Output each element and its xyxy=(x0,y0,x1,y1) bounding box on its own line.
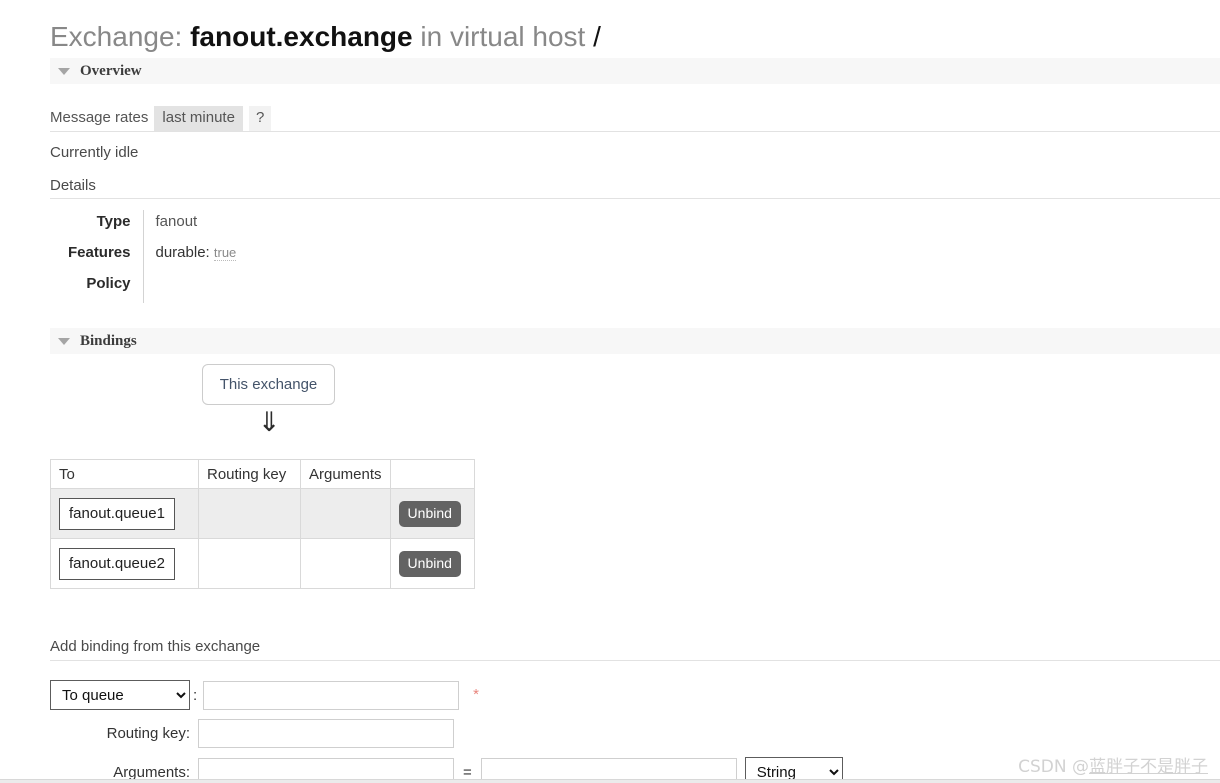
binding-action-cell: Unbind xyxy=(389,538,475,589)
bindings-header-row: To Routing key Arguments xyxy=(50,459,475,489)
table-row: fanout.queue1 Unbind xyxy=(50,488,475,539)
details-value-policy xyxy=(142,272,343,303)
binding-action-cell: Unbind xyxy=(389,488,475,539)
table-row: fanout.queue2 Unbind xyxy=(50,538,475,589)
window-bottom-edge xyxy=(0,779,1220,783)
unbind-button[interactable]: Unbind xyxy=(398,550,461,577)
destination-type-select[interactable]: To queue To exchange xyxy=(50,680,190,710)
exchange-detail-page: Exchange: fanout.exchange in virtual hos… xyxy=(0,0,1220,783)
source-exchange-label: This exchange xyxy=(219,376,318,393)
arguments-label: Arguments: xyxy=(113,763,190,781)
details-table: Type fanout Features durable: true Polic… xyxy=(50,210,343,303)
down-arrow-icon: ⇓ xyxy=(257,407,281,438)
rate-tab-last-minute[interactable]: last minute xyxy=(154,106,243,131)
bindings-section-label: Bindings xyxy=(80,332,137,349)
binding-routing-key-cell xyxy=(198,538,301,589)
overview-section-header[interactable]: Overview xyxy=(50,58,1220,84)
bindings-table-head: To Routing key Arguments xyxy=(50,459,475,489)
details-key-type: Type xyxy=(96,213,131,230)
bindings-table-body: fanout.queue1 Unbind fanout.queue2 Unbin… xyxy=(50,488,475,589)
column-header-arguments: Arguments xyxy=(300,459,391,489)
collapse-triangle-icon[interactable] xyxy=(58,337,70,345)
queue-link[interactable]: fanout.queue1 xyxy=(59,497,175,530)
add-binding-heading: Add binding from this exchange xyxy=(50,638,1220,661)
currently-idle-text: Currently idle xyxy=(50,144,139,161)
details-value-features: durable: true xyxy=(142,241,343,272)
virtual-host-name: / xyxy=(593,21,601,52)
equals-sign: = xyxy=(463,763,472,781)
binding-arguments-cell xyxy=(300,488,391,539)
details-key-policy: Policy xyxy=(86,275,131,292)
details-row-features: Features durable: true xyxy=(50,241,343,272)
feature-durable-value: true xyxy=(213,245,237,261)
routing-key-label: Routing key: xyxy=(106,725,190,742)
destination-colon: : xyxy=(193,686,198,704)
page-title-middle: in virtual host xyxy=(420,21,586,52)
binding-destination-cell: fanout.queue1 xyxy=(50,488,199,539)
column-header-actions xyxy=(389,459,475,489)
rate-tab-help[interactable]: ? xyxy=(248,106,272,131)
details-heading: Details xyxy=(50,177,1220,199)
watermark-username: 蓝胖子不是胖子 xyxy=(1089,757,1208,777)
details-row-policy: Policy xyxy=(50,272,343,303)
exchange-name: fanout.exchange xyxy=(190,21,413,52)
bindings-table: To Routing key Arguments fanout.queue1 U… xyxy=(50,459,475,589)
feature-durable-label: durable: xyxy=(155,244,210,261)
page-title: Exchange: fanout.exchange in virtual hos… xyxy=(50,18,601,56)
destination-row: To queue To exchange : * xyxy=(50,680,950,710)
column-header-to: To xyxy=(50,459,199,489)
binding-arguments-cell xyxy=(300,538,391,589)
message-rates-row: Message rates last minute ? xyxy=(50,106,1220,132)
destination-select-wrapper: To queue To exchange xyxy=(50,680,190,710)
routing-key-row: Routing key: xyxy=(50,719,950,748)
binding-destination-cell: fanout.queue2 xyxy=(50,538,199,589)
watermark-prefix: CSDN @ xyxy=(1018,757,1089,777)
binding-routing-key-cell xyxy=(198,488,301,539)
queue-link[interactable]: fanout.queue2 xyxy=(59,547,175,580)
routing-key-input[interactable] xyxy=(198,719,454,748)
unbind-button[interactable]: Unbind xyxy=(398,500,461,527)
page-title-prefix: Exchange: xyxy=(50,21,183,52)
add-binding-form: To queue To exchange : * Routing key: Ar… xyxy=(50,680,950,783)
destination-input[interactable] xyxy=(203,680,460,710)
details-key-features: Features xyxy=(67,244,131,261)
overview-section-label: Overview xyxy=(80,62,142,79)
csdn-watermark: CSDN @蓝胖子不是胖子 xyxy=(1018,752,1208,777)
column-header-routing-key: Routing key xyxy=(198,459,301,489)
message-rates-label: Message rates xyxy=(50,109,149,126)
source-exchange-box: This exchange xyxy=(202,364,335,405)
collapse-triangle-icon[interactable] xyxy=(58,67,70,75)
details-row-type: Type fanout xyxy=(50,210,343,241)
required-asterisk: * xyxy=(473,686,480,703)
details-value-type: fanout xyxy=(142,210,343,241)
bindings-section-header[interactable]: Bindings xyxy=(50,328,1220,354)
